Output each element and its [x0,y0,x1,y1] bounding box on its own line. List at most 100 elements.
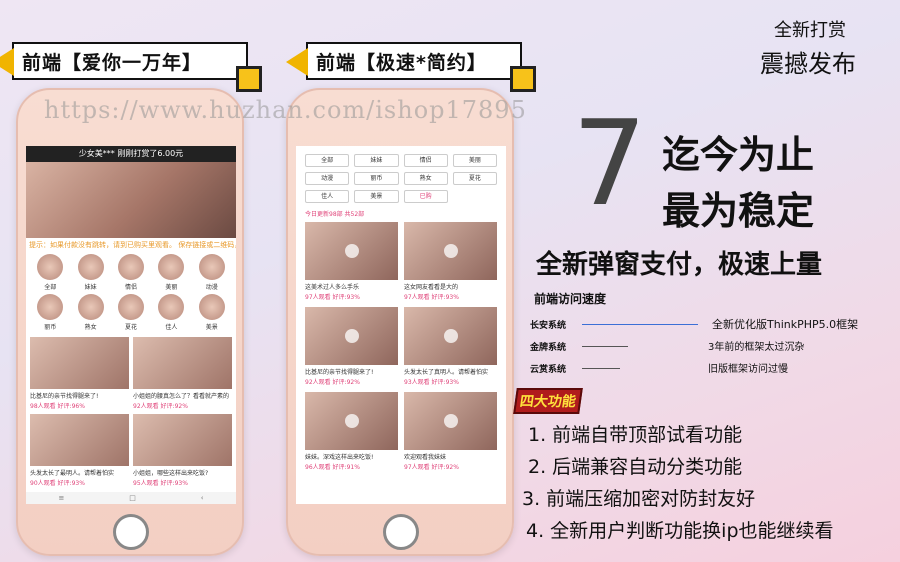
feature-item: 2. 后端兼容自动分类功能 [528,456,743,478]
video-card[interactable]: 这女网友看看是大的 97人观看 好评:93% [404,222,497,301]
video-card[interactable]: 头发太长了最明人。请帮着怕实 90人观看 好评:93% [30,414,129,487]
category-avatar [158,294,185,320]
banner-image[interactable] [26,162,236,238]
filter-chip[interactable]: 已购 [403,190,448,203]
category-avatar [198,294,225,320]
speed-line [582,346,628,347]
category-avatar [37,294,64,320]
category-label: 美丽 [165,284,178,291]
headline-sub: 全新弹窗支付，极速上量 [536,250,823,280]
category-label: 丽币 [44,324,57,331]
video-thumbnail [305,222,398,280]
home-button-2[interactable] [383,514,419,550]
category-item[interactable]: 全部 [30,254,70,291]
phone-middle-screen: 全部 妹妹 情侣 美丽 动漫 丽币 熟女 夏花 佳人 美景 已购 今日更新98部 共52部 这美术过… [296,146,506,504]
video-title: 比基尼的亲节找得腿来了! [30,393,99,400]
video-meta: 98人观看 好评:96% [30,403,85,410]
category-label: 熟女 [84,324,97,331]
system-name: 云赏系统 [530,365,567,375]
category-avatar [198,254,225,280]
filter-chip[interactable]: 佳人 [305,190,350,203]
video-meta: 93人观看 好评:93% [404,379,459,386]
filter-chips: 全部 妹妹 情侣 美丽动漫 丽币 熟女 夏花佳人 美景 已购 [296,146,506,207]
video-thumbnail [305,392,398,450]
category-item[interactable]: 夏花 [111,294,151,331]
filter-chip[interactable]: 情侣 [403,154,448,167]
video-card[interactable]: 妹妹。深戏这样出来吃饭! 96人观看 好评:91% [305,392,398,471]
feature-item: 4. 全新用户判断功能换ip也能继续看 [526,520,834,542]
phone-middle: 全部 妹妹 情侣 美丽 动漫 丽币 熟女 夏花 佳人 美景 已购 今日更新98部 共52部 这美术过… [286,88,514,556]
headline-line2: 最为稳定 [662,189,815,233]
video-title: 小姐姐，哪些这样出来吃饭? [133,470,209,477]
video-card[interactable]: 这美术过人多么手乐 97人观看 好评:93% [305,222,398,301]
home-icon[interactable]: □ [129,494,136,502]
speed-line [582,324,698,325]
video-meta: 97人观看 好评:93% [404,294,459,301]
filter-chip[interactable]: 动漫 [305,172,350,185]
video-title: 欢迎观看我妹妹 [404,454,447,461]
video-thumbnail [305,307,398,365]
category-label: 情侣 [124,284,137,291]
video-thumbnail [133,414,232,466]
category-item[interactable]: 丽币 [30,294,70,331]
filter-chip[interactable]: 全部 [305,154,350,167]
category-avatar [158,254,185,280]
video-card[interactable]: 头发太长了真明人。请帮着怕实 93人观看 好评:93% [404,307,497,386]
phone-left-screen: 少女美*** 刚刚打赏了6.00元 提示：如果付款没有跳转，请到已购买里观看。 … [26,146,236,504]
filter-chip[interactable]: 丽币 [354,172,399,185]
video-card[interactable]: 比基尼的亲节找得腿来了! 92人观看 好评:92% [305,307,398,386]
category-label: 美景 [205,324,218,331]
notice-marquee: 提示：如果付款没有跳转，请到已购买里观看。 保存链接或二维码， [29,241,236,249]
video-title: 这美术过人多么手乐 [305,284,360,291]
features-badge: 四大功能 [513,388,583,414]
video-card[interactable]: 欢迎观看我妹妹 97人观看 好评:92% [404,392,497,471]
category-grid: 全部 妹妹 情侣 美丽 动漫丽币 熟女 夏花 佳人 美景 [26,252,236,333]
filter-chip[interactable]: 熟女 [403,172,448,185]
system-desc: 旧版框架访问过慢 [708,364,788,375]
speed-line [582,368,620,369]
video-title: 头发太长了真明人。请帮着怕实 [404,369,489,376]
filter-chip[interactable]: 妹妹 [354,154,399,167]
video-meta: 95人观看 好评:93% [133,480,188,487]
system-desc: 全新优化版ThinkPHP5.0框架 [712,318,859,331]
video-title: 比基尼的亲节找得腿来了! [305,369,374,376]
category-label: 夏花 [124,324,137,331]
video-card[interactable]: 小姐姐的腰真怎么了？看看就产素的 92人观看 好评:92% [133,337,232,410]
video-thumbnail [30,337,129,389]
menu-icon[interactable]: ≡ [58,494,64,502]
tag-left: 前端【爱你一万年】 [0,42,262,92]
filter-chip[interactable]: 美景 [354,190,399,203]
video-card[interactable]: 小姐姐，哪些这样出来吃饭? 95人观看 好评:93% [133,414,232,487]
category-item[interactable]: 美丽 [151,254,191,291]
video-title: 头发太长了最明人。请帮着怕实 [30,470,115,477]
tag-middle-label: 前端【极速*简约】 [316,51,487,74]
home-button[interactable] [113,514,149,550]
corner-line2: 震撼发布 [760,50,856,78]
category-item[interactable]: 美景 [192,294,232,331]
back-icon[interactable]: ‹ [201,494,204,502]
big-number: 7 [572,94,648,232]
corner-line1: 全新打赏 [774,20,846,41]
video-title: 这女网友看看是大的 [404,284,459,291]
video-card[interactable]: 比基尼的亲节找得腿来了! 98人观看 好评:96% [30,337,129,410]
category-item[interactable]: 熟女 [70,294,110,331]
category-label: 动漫 [205,284,218,291]
video-thumbnail [404,222,497,280]
category-label: 佳人 [165,324,178,331]
tag-middle: 前端【极速*简约】 [286,42,536,92]
system-name: 金牌系统 [530,343,567,353]
filter-chip[interactable]: 夏花 [452,172,497,185]
video-thumbnail [30,414,129,466]
video-meta: 96人观看 好评:91% [305,464,360,471]
category-item[interactable]: 佳人 [151,294,191,331]
video-meta: 92人观看 好评:92% [133,403,188,410]
headline-line1: 迄今为止 [662,133,815,177]
category-item[interactable]: 情侣 [111,254,151,291]
video-thumbnail [404,392,497,450]
video-grid-2: 这美术过人多么手乐 97人观看 好评:93% 这女网友看看是大的 97人观看 好评:9… [296,220,506,473]
video-title: 妹妹。深戏这样出来吃饭! [305,454,374,461]
category-item[interactable]: 妹妹 [70,254,110,291]
video-meta: 90人观看 好评:93% [30,480,85,487]
category-item[interactable]: 动漫 [192,254,232,291]
filter-chip[interactable]: 美丽 [452,154,497,167]
